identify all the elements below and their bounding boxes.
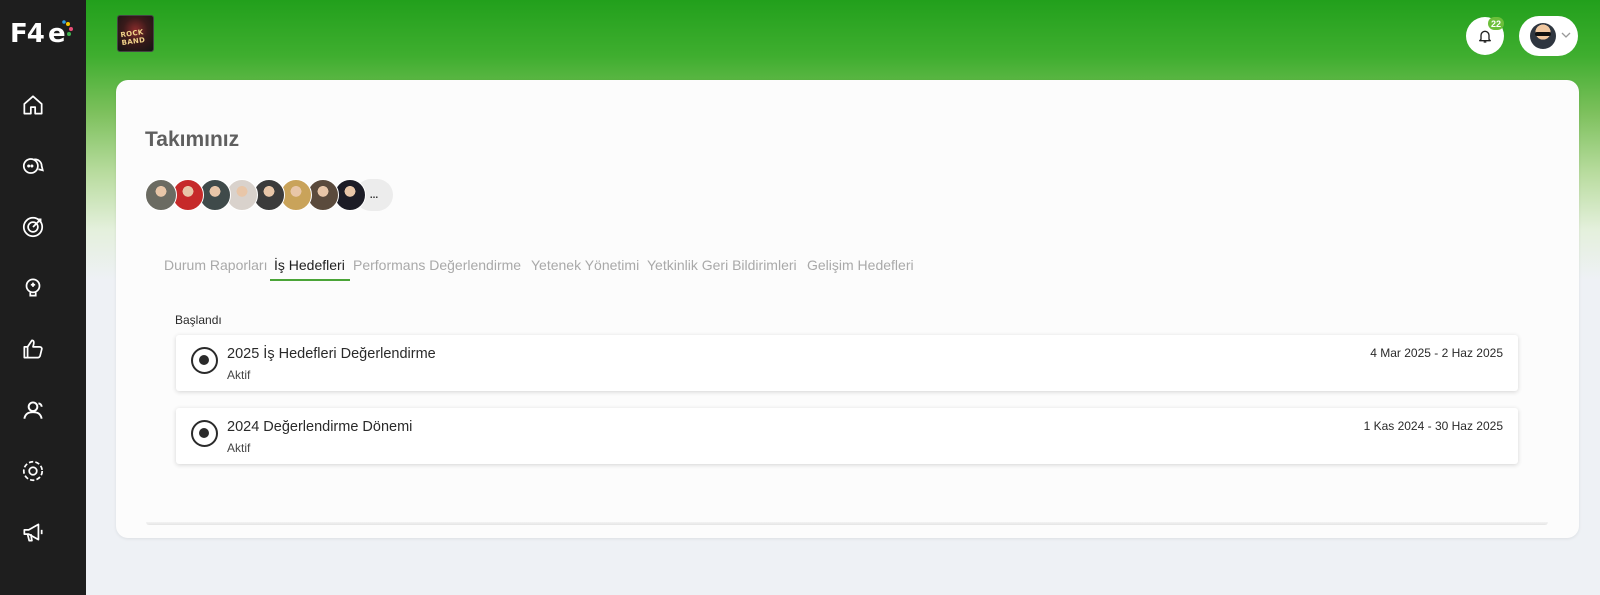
item-status: Aktif (227, 441, 251, 455)
card-divider (146, 522, 1548, 525)
tab-performans-degerlendirme[interactable]: Performans Değerlendirme (353, 257, 521, 279)
item-title: 2025 İş Hedefleri Değerlendirme (227, 346, 436, 362)
tab-is-hedefleri[interactable]: İş Hedefleri (274, 257, 345, 279)
tab-yetenek-yonetimi[interactable]: Yetenek Yönetimi (531, 257, 639, 279)
evaluation-item[interactable]: 2025 İş Hedefleri Değerlendirme Aktif 4 … (176, 335, 1518, 391)
item-date-range: 1 Kas 2024 - 30 Haz 2025 (1363, 419, 1503, 433)
team-icon[interactable] (19, 396, 47, 424)
f4e-logo[interactable]: F4 e (10, 14, 74, 50)
item-date-range: 4 Mar 2025 - 2 Haz 2025 (1370, 346, 1503, 360)
team-card (116, 80, 1579, 538)
chevron-down-icon (1561, 32, 1571, 38)
tab-gelisim-hedefleri[interactable]: Gelişim Hedefleri (807, 257, 914, 279)
target-icon[interactable] (19, 213, 47, 241)
tab-durum-raporlari[interactable]: Durum Raporları (164, 257, 267, 279)
user-avatar (1530, 23, 1556, 49)
svg-text:F4: F4 (10, 19, 44, 49)
thumbs-up-icon[interactable] (19, 335, 47, 363)
settings-icon[interactable] (19, 457, 47, 485)
bell-icon (1479, 30, 1491, 43)
company-logo[interactable]: ROCK BAND (117, 15, 154, 52)
item-status: Aktif (227, 368, 251, 382)
idea-icon[interactable] (19, 274, 47, 302)
radio-selected-icon (191, 420, 218, 447)
section-label: Başlandı (175, 313, 222, 327)
notification-count-badge: 22 (1488, 17, 1505, 30)
megaphone-icon[interactable] (19, 518, 47, 546)
svg-text:e: e (48, 19, 66, 49)
home-icon[interactable] (19, 91, 47, 119)
tab-yetkinlik-geri-bildirimleri[interactable]: Yetkinlik Geri Bildirimleri (647, 257, 797, 279)
evaluation-item[interactable]: 2024 Değerlendirme Dönemi Aktif 1 Kas 20… (176, 408, 1518, 464)
company-logo-text: ROCK BAND (120, 28, 146, 48)
sidebar: F4 e (0, 0, 86, 595)
team-member-avatar[interactable] (145, 179, 177, 211)
radio-selected-icon (191, 347, 218, 374)
item-title: 2024 Değerlendirme Dönemi (227, 419, 413, 435)
active-tab-indicator (270, 279, 350, 281)
profile-menu-button[interactable] (1519, 16, 1578, 56)
page-title: Takımınız (145, 128, 240, 151)
chat-icon[interactable] (19, 152, 47, 180)
